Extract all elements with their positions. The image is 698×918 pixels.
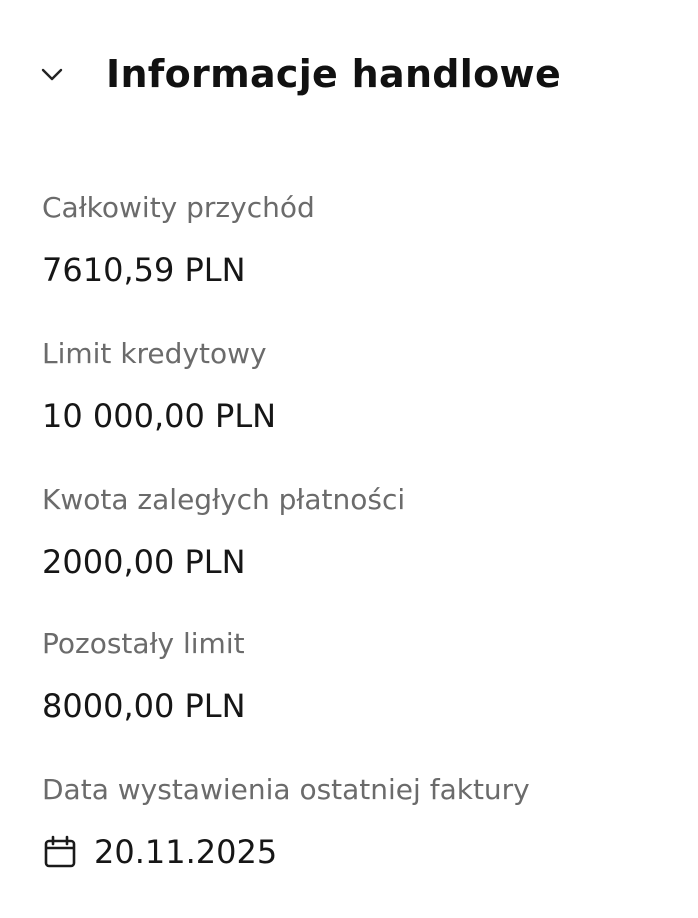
chevron-down-icon[interactable] (38, 60, 66, 88)
section-header-toggle[interactable]: Informacje handlowe (38, 46, 561, 102)
field-value: 8000,00 PLN (42, 687, 246, 725)
field-value-date: 20.11.2025 (42, 830, 530, 874)
field-value: 10 000,00 PLN (42, 397, 277, 435)
field-credit-limit: Limit kredytowy 10 000,00 PLN (42, 334, 276, 438)
field-label: Pozostały limit (42, 627, 245, 660)
field-last-invoice-date: Data wystawienia ostatniej faktury 20.11… (42, 770, 530, 874)
field-value: 2000,00 PLN (42, 543, 246, 581)
field-value: 7610,59 PLN (42, 251, 246, 289)
field-label: Całkowity przychód (42, 191, 315, 224)
section-title: Informacje handlowe (106, 52, 562, 96)
field-label: Kwota zaległych płatności (42, 483, 406, 516)
field-overdue-amount: Kwota zaległych płatności 2000,00 PLN (42, 480, 405, 584)
date-text: 20.11.2025 (94, 833, 278, 871)
field-total-revenue: Całkowity przychód 7610,59 PLN (42, 188, 315, 292)
field-label: Limit kredytowy (42, 337, 267, 370)
field-label: Data wystawienia ostatniej faktury (42, 773, 530, 806)
field-remaining-limit: Pozostały limit 8000,00 PLN (42, 624, 246, 728)
calendar-icon (42, 834, 78, 870)
